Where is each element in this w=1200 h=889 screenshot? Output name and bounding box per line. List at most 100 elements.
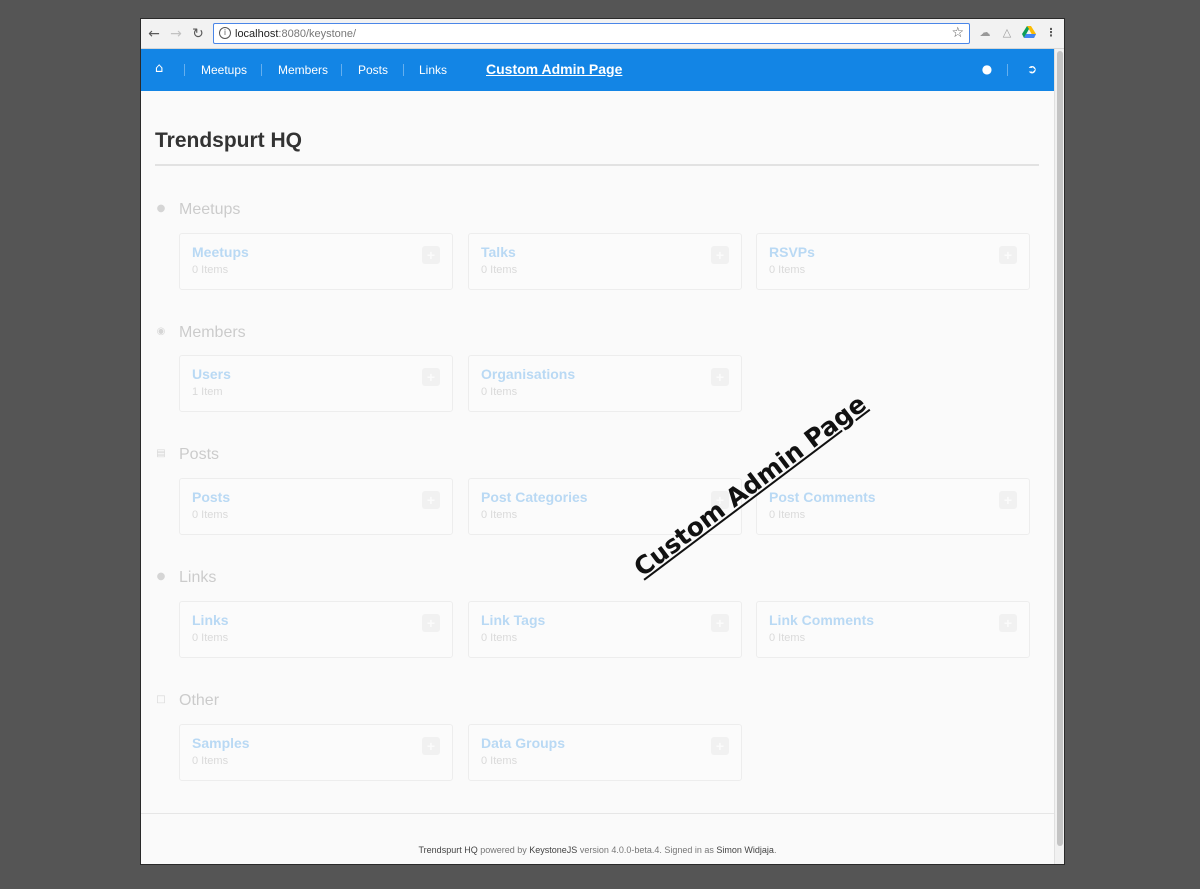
card-title[interactable]: Organisations [481,366,575,383]
nav-link-links[interactable]: Links [419,63,447,77]
keystone-navbar: ⌂ Meetups Members Posts Links Custom Adm… [141,49,1054,91]
card-title[interactable]: Meetups [192,244,249,261]
list-card-organisations[interactable]: Organisations 0 Items + [468,355,742,412]
square-icon: □ [156,694,166,705]
card-count: 0 Items [769,632,806,644]
add-item-icon[interactable]: + [422,368,440,386]
newspaper-icon: ▤ [156,448,166,459]
dot-icon: ● [156,203,166,214]
dashboard-content: Trendspurt HQ ● Meetups Meetups 0 Items … [141,91,1054,813]
browser-window: ← → ↻ i localhost:8080/keystone/ ☆ ☁ △ ⋮… [140,18,1065,865]
list-card-link-tags[interactable]: Link Tags 0 Items + [468,601,742,658]
nav-separator [341,64,342,76]
footer-end: . [773,845,777,855]
google-drive-icon[interactable] [1022,26,1036,40]
card-title[interactable]: Post Categories [481,489,588,506]
card-count: 0 Items [481,509,518,521]
nav-link-meetups[interactable]: Meetups [201,63,247,77]
title-divider [155,164,1039,166]
extension-triangle-icon[interactable]: △ [1000,26,1014,40]
scrollbar[interactable] [1054,49,1064,864]
section-label: Meetups [179,201,241,218]
forward-arrow-icon[interactable]: → [167,25,185,43]
nav-link-posts[interactable]: Posts [358,63,388,77]
url-host: localhost [235,28,279,40]
globe-icon[interactable]: ● [980,62,994,76]
globe-icon: ◉ [156,326,166,337]
add-item-icon[interactable]: + [422,614,440,632]
footer-framework-link[interactable]: KeystoneJS [529,845,577,855]
section-label: Other [179,692,220,709]
scrollbar-thumb[interactable] [1057,51,1063,846]
footer-site-name: Trendspurt HQ [418,845,478,855]
add-item-icon[interactable]: + [711,737,729,755]
card-count: 0 Items [192,632,229,644]
nav-link-members[interactable]: Members [278,63,328,77]
card-title[interactable]: Link Tags [481,612,545,629]
card-title[interactable]: Posts [192,489,230,506]
card-title[interactable]: Samples [192,735,250,752]
dot-icon: ● [156,571,166,582]
info-icon[interactable]: i [219,27,231,39]
card-count: 0 Items [769,509,806,521]
card-title[interactable]: Link Comments [769,612,874,629]
list-card-meetups[interactable]: Meetups 0 Items + [179,233,453,290]
add-item-icon[interactable]: + [711,368,729,386]
list-card-users[interactable]: Users 1 Item + [179,355,453,412]
list-card-post-comments[interactable]: Post Comments 0 Items + [756,478,1030,535]
add-item-icon[interactable]: + [999,491,1017,509]
card-count: 0 Items [481,386,518,398]
add-item-icon[interactable]: + [422,246,440,264]
card-title[interactable]: Users [192,366,231,383]
footer-divider [141,813,1054,814]
bookmark-star-icon[interactable]: ☆ [951,25,964,42]
nav-link-custom-admin-page[interactable]: Custom Admin Page [486,61,622,78]
footer: Trendspurt HQ powered by KeystoneJS vers… [141,845,1054,856]
browser-menu-icon[interactable]: ⋮ [1044,26,1058,40]
section-label: Members [179,324,246,341]
add-item-icon[interactable]: + [711,614,729,632]
list-card-data-groups[interactable]: Data Groups 0 Items + [468,724,742,781]
back-arrow-icon[interactable]: ← [145,25,163,43]
add-item-icon[interactable]: + [711,246,729,264]
card-count: 1 Item [192,386,223,398]
extension-cloud-icon[interactable]: ☁ [978,26,992,40]
footer-version: version 4.0.0-beta.4. Signed in as [579,845,714,855]
card-count: 0 Items [192,264,229,276]
list-card-links[interactable]: Links 0 Items + [179,601,453,658]
reload-icon[interactable]: ↻ [189,25,207,43]
list-card-rsvps[interactable]: RSVPs 0 Items + [756,233,1030,290]
nav-separator [403,64,404,76]
footer-powered-by: powered by [480,845,527,855]
card-title[interactable]: Links [192,612,229,629]
card-title[interactable]: Talks [481,244,516,261]
list-card-talks[interactable]: Talks 0 Items + [468,233,742,290]
card-count: 0 Items [481,632,518,644]
sign-out-icon[interactable]: ➲ [1025,62,1039,76]
list-card-posts[interactable]: Posts 0 Items + [179,478,453,535]
url-text[interactable]: localhost:8080/keystone/ [235,27,356,41]
home-icon[interactable]: ⌂ [155,62,169,76]
card-count: 0 Items [192,755,229,767]
card-count: 0 Items [481,755,518,767]
card-title[interactable]: Post Comments [769,489,876,506]
address-bar[interactable]: i localhost:8080/keystone/ ☆ [213,23,970,44]
card-count: 0 Items [192,509,229,521]
page-title: Trendspurt HQ [155,129,303,152]
list-card-samples[interactable]: Samples 0 Items + [179,724,453,781]
add-item-icon[interactable]: + [999,246,1017,264]
add-item-icon[interactable]: + [422,491,440,509]
nav-separator [261,64,262,76]
browser-toolbar: ← → ↻ i localhost:8080/keystone/ ☆ ☁ △ ⋮ [141,19,1064,49]
footer-user-link[interactable]: Simon Widjaja [716,845,774,855]
card-title[interactable]: RSVPs [769,244,815,261]
card-count: 0 Items [481,264,518,276]
url-path: :8080/keystone/ [278,28,357,40]
add-item-icon[interactable]: + [999,614,1017,632]
list-card-link-comments[interactable]: Link Comments 0 Items + [756,601,1030,658]
card-count: 0 Items [769,264,806,276]
card-title[interactable]: Data Groups [481,735,565,752]
nav-separator [184,64,185,76]
add-item-icon[interactable]: + [422,737,440,755]
section-label: Links [179,569,217,586]
